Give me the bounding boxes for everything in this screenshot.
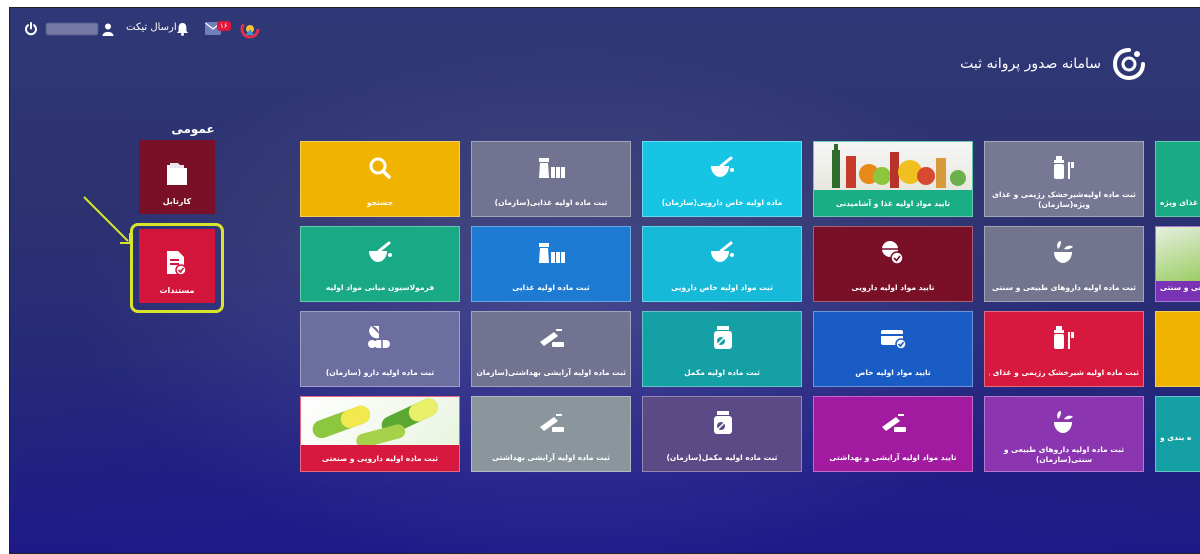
- tile-label: جستجو: [366, 198, 394, 207]
- highlight-box: [130, 223, 224, 313]
- herbs-photo: [1156, 227, 1200, 281]
- tile-partial-r3[interactable]: [1155, 311, 1200, 387]
- tile-label: ثبت ماده اولیه‌شیرخشک رژیمی و غذای ویژه(…: [992, 190, 1136, 209]
- bell-icon[interactable]: [174, 20, 190, 38]
- supplement-jar-icon: [707, 324, 737, 352]
- tile-food-raw[interactable]: ثبت ماده اولیه غذایی: [471, 226, 631, 302]
- folder-icon: [165, 161, 189, 187]
- tile-label: ثبت ماده اولیه غذایی: [512, 283, 590, 292]
- tile-supplement[interactable]: ثبت ماده اولیه مکمل: [642, 311, 802, 387]
- tile-partial-r1[interactable]: و غذای ویژه: [1155, 141, 1200, 217]
- tile-special-drug-org[interactable]: ماده اولیه خاص دارویی(سازمان): [642, 141, 802, 217]
- tile-drug-raw-org[interactable]: ثبت ماده اولیه دارو (سازمان): [300, 311, 460, 387]
- tile-drug-approval[interactable]: تایید مواد اولیه دارویی: [813, 226, 973, 302]
- annotation-arrow: [83, 196, 131, 244]
- tile-food-raw-org[interactable]: ثبت ماده اولیه غذایی(سازمان): [471, 141, 631, 217]
- tile-label: فرمولاسیون میانی مواد اولیه: [325, 283, 435, 292]
- app-title: سامانه صدور پروانه ثبت: [960, 56, 1101, 72]
- send-ticket-link[interactable]: ارسال تیکت: [126, 22, 177, 33]
- tile-label: ثبت ماده اولیه دارویی و صنعتی: [322, 453, 438, 463]
- tile-label: تایید مواد اولیه خاص: [855, 368, 931, 377]
- mini-logo-icon[interactable]: [240, 19, 260, 39]
- brand: سامانه صدور پروانه ثبت: [960, 46, 1147, 82]
- mortar-icon: [707, 154, 737, 182]
- pills-icon: [365, 324, 395, 352]
- power-icon[interactable]: [22, 20, 40, 38]
- section-title: عمومی: [171, 122, 215, 136]
- tile-label: ثبت ماده اولیه شیرخشک رژیمی و غذای ویژه: [989, 368, 1139, 377]
- baby-bottle-icon: [1049, 324, 1079, 352]
- brand-logo-icon: [1111, 46, 1147, 82]
- tile-label: طبیعی و سنتی: [1160, 283, 1200, 292]
- tile-label: ثبت مواد اولیه خاص دارویی: [671, 283, 773, 292]
- tile-drug-industrial[interactable]: ثبت ماده اولیه دارویی و صنعتی: [300, 396, 460, 472]
- search-icon: [365, 154, 395, 182]
- tile-label: ه بندی و: [1160, 433, 1192, 442]
- food-jars-icon: [536, 239, 566, 267]
- tile-label: ثبت ماده اولیه دارو (سازمان): [325, 368, 435, 377]
- herbal-mortar-icon: [1049, 239, 1079, 267]
- cosmetic-icon: [878, 409, 908, 437]
- tile-cosmetic-org[interactable]: ثبت ماده اولیه آرایشی بهداشتی(سازمان): [471, 311, 631, 387]
- tile-cosmetic-approval[interactable]: تایید مواد اولیه آرایشی و بهداشتی: [813, 396, 973, 472]
- tile-label: تایید مواد اولیه غذا و آشامیدنی: [835, 198, 951, 208]
- tile-supplement-org[interactable]: ثبت ماده اولیه مکمل(سازمان): [642, 396, 802, 472]
- tile-food-drink-approval[interactable]: تایید مواد اولیه غذا و آشامیدنی: [813, 141, 973, 217]
- tile-herbal-traditional[interactable]: ثبت ماده اولیه داروهای طبیعی و سنتی: [984, 226, 1144, 302]
- tile-label: و غذای ویژه: [1160, 198, 1200, 207]
- tile-label: ثبت ماده اولیه آرایشی بهداشتی(سازمان): [476, 368, 626, 377]
- tile-label: تایید مواد اولیه دارویی: [851, 283, 935, 292]
- baby-bottle-icon: [1049, 154, 1079, 182]
- mortar-icon: [365, 239, 395, 267]
- pills-check-icon: [878, 239, 908, 267]
- tile-label: ثبت ماده اولیه مکمل(سازمان): [666, 453, 778, 462]
- sidebar-item-kartabl[interactable]: کارتابل: [139, 140, 215, 214]
- tile-herbal-org[interactable]: ثبت ماده اولیه داروهای طبیعی و سنتی(سازم…: [984, 396, 1144, 472]
- mail-icon[interactable]: ۱۶: [205, 20, 235, 38]
- tile-label: ثبت ماده اولیه داروهای طبیعی و سنتی(سازم…: [1003, 445, 1125, 464]
- mortar-icon: [707, 239, 737, 267]
- tile-formula-special[interactable]: ثبت ماده اولیه شیرخشک رژیمی و غذای ویژه: [984, 311, 1144, 387]
- food-photo: [814, 142, 972, 190]
- herbal-mortar-icon: [1049, 409, 1079, 437]
- tile-special-approval[interactable]: تایید مواد اولیه خاص: [813, 311, 973, 387]
- sidebar-item-label: کارتابل: [162, 197, 192, 206]
- food-jars-icon: [536, 154, 566, 182]
- tile-special-drug[interactable]: ثبت مواد اولیه خاص دارویی: [642, 226, 802, 302]
- tile-label: ثبت ماده اولیه غذایی(سازمان): [494, 198, 608, 207]
- tile-search[interactable]: جستجو: [300, 141, 460, 217]
- cosmetic-icon: [536, 324, 566, 352]
- tile-label: ماده اولیه خاص دارویی(سازمان): [661, 198, 783, 207]
- notification-badge: ۱۶: [217, 21, 231, 31]
- tile-partial-r2[interactable]: طبیعی و سنتی: [1155, 226, 1200, 302]
- capsules-photo: [301, 397, 459, 445]
- tile-cosmetic[interactable]: ثبت ماده اولیه آرایشی بهداشتی: [471, 396, 631, 472]
- username: [46, 23, 98, 35]
- user-icon[interactable]: [100, 20, 116, 38]
- supplement-jar-icon: [707, 409, 737, 437]
- card-check-icon: [878, 324, 908, 352]
- tile-label: ثبت ماده اولیه آرایشی بهداشتی: [492, 453, 610, 462]
- tile-partial-r4[interactable]: ه بندی و: [1155, 396, 1200, 472]
- tile-label: تایید مواد اولیه آرایشی و بهداشتی: [829, 453, 957, 462]
- tile-formula-special-org[interactable]: ثبت ماده اولیه‌شیرخشک رژیمی و غذای ویژه(…: [984, 141, 1144, 217]
- tile-label: ثبت ماده اولیه داروهای طبیعی و سنتی: [992, 283, 1136, 292]
- app-window: ارسال تیکت ۱۶ سامانه صدور پروانه ثبت عمو…: [9, 7, 1200, 554]
- tile-intermediate-formula[interactable]: فرمولاسیون میانی مواد اولیه: [300, 226, 460, 302]
- tile-label: ثبت ماده اولیه مکمل: [684, 368, 760, 377]
- cosmetic-icon: [536, 409, 566, 437]
